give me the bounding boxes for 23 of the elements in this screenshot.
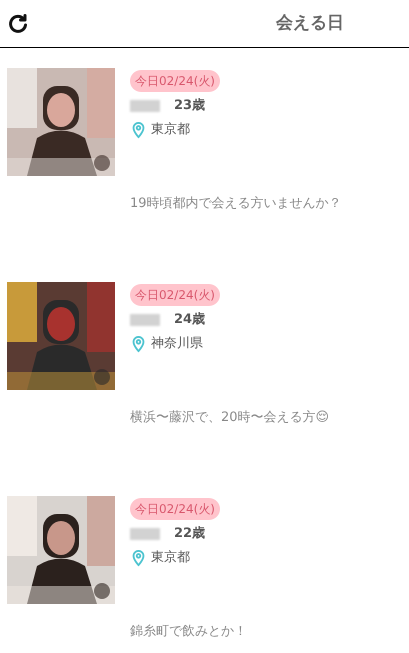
date-tag: 今日02/24(火)	[130, 70, 220, 92]
blurred-name	[130, 100, 160, 112]
date-tag: 今日02/24(火)	[130, 498, 220, 520]
location-pin-icon	[130, 120, 147, 140]
location-text: 東京都	[151, 120, 190, 139]
post-card[interactable]: 今日02/24(火) 24歳 神奈川県 横浜〜藤沢で、20時〜会える方😌	[7, 282, 402, 496]
refresh-icon[interactable]	[6, 12, 30, 36]
post-message: 錦糸町で飲みとか！	[130, 623, 248, 641]
post-card[interactable]: 今日02/24(火) 23歳 東京都 19時頃都内で会える方いませんか？	[7, 68, 402, 282]
age-text: 22歳	[174, 525, 206, 543]
blurred-name	[130, 314, 160, 326]
location-pin-icon	[130, 548, 147, 568]
age-text: 23歳	[174, 97, 206, 115]
location-text: 東京都	[151, 548, 190, 567]
blurred-name	[130, 528, 160, 540]
location-text: 神奈川県	[151, 334, 203, 353]
page-title: 会える日	[276, 12, 344, 35]
age-text: 24歳	[174, 311, 206, 329]
post-message: 横浜〜藤沢で、20時〜会える方😌	[130, 409, 330, 427]
post-card[interactable]: 今日02/24(火) 22歳 東京都 錦糸町で飲みとか！	[7, 496, 402, 653]
post-message: 19時頃都内で会える方いませんか？	[130, 195, 343, 213]
location-pin-icon	[130, 334, 147, 354]
date-tag: 今日02/24(火)	[130, 284, 220, 306]
